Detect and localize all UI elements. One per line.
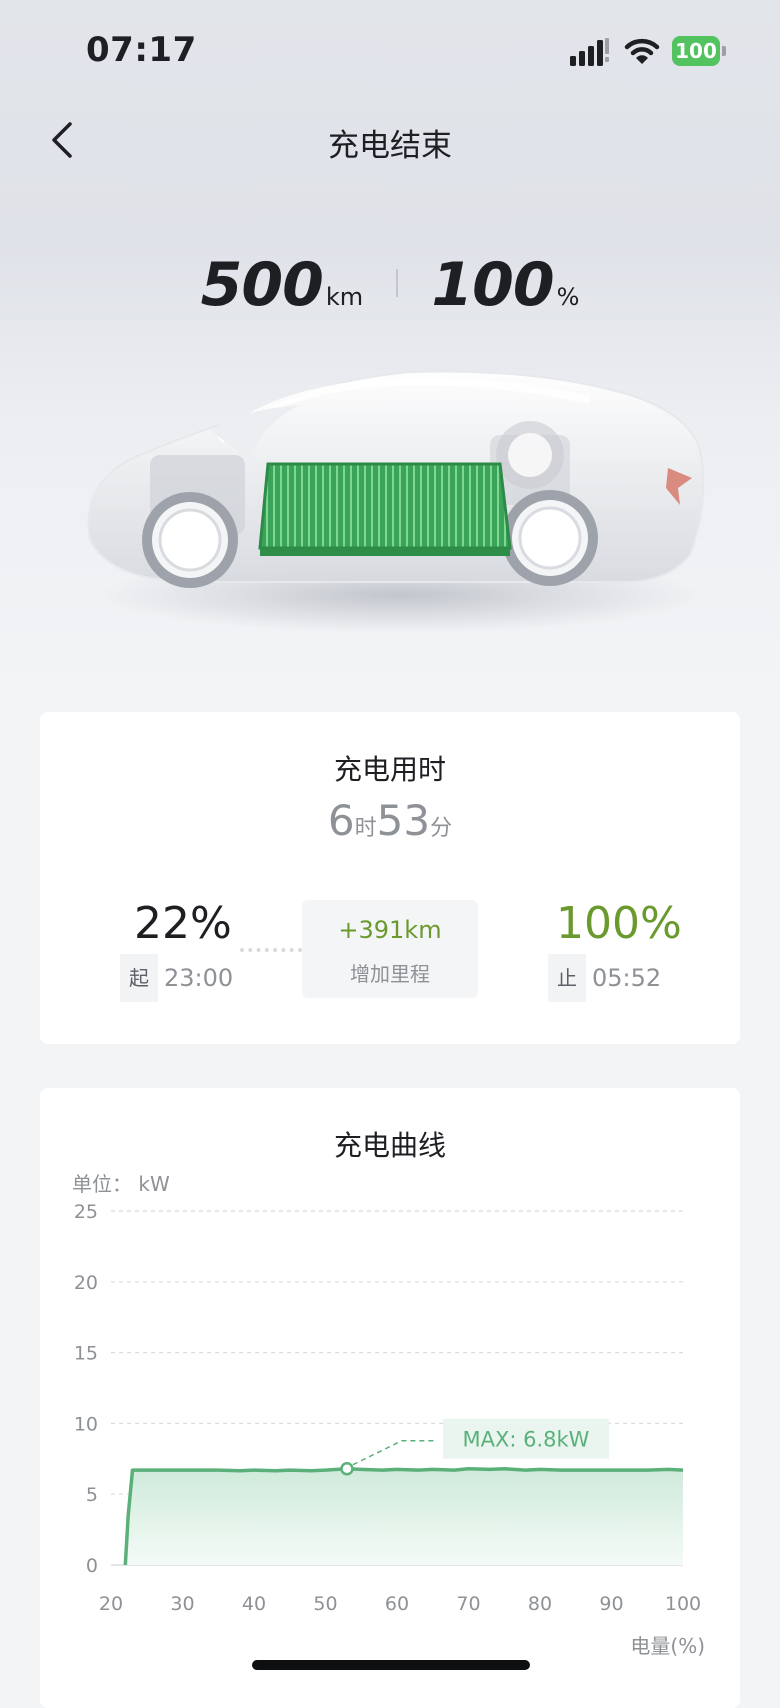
x-axis-label: 电量(%) <box>630 1634 705 1658</box>
y-tick-label: 0 <box>86 1555 98 1577</box>
battery-level: 100 <box>672 36 720 66</box>
x-tick-label: 20 <box>99 1593 123 1615</box>
soc-value: 100 <box>431 250 554 320</box>
battery-tip <box>722 46 726 56</box>
x-tick-label: 80 <box>528 1593 552 1615</box>
page-title: 充电结束 <box>328 128 452 164</box>
x-tick-label: 30 <box>170 1593 194 1615</box>
duration-hours-unit: 时 <box>354 816 377 841</box>
duration-minutes: 53 <box>376 796 431 845</box>
progress-connector <box>240 948 302 952</box>
y-tick-label: 5 <box>86 1484 98 1506</box>
x-tick-label: 50 <box>313 1593 337 1615</box>
added-range-box: +391km 增加里程 <box>302 900 478 998</box>
y-tick-label: 25 <box>74 1201 98 1223</box>
duration-minutes-unit: 分 <box>430 816 453 841</box>
y-tick-label: 20 <box>74 1272 98 1294</box>
max-point-marker <box>340 1461 354 1476</box>
soc-unit: % <box>556 283 580 311</box>
end-tag: 止 <box>548 954 586 1002</box>
x-tick-label: 60 <box>385 1593 409 1615</box>
annotation-label: MAX: 6.8kW <box>462 1428 589 1452</box>
series-area <box>125 1468 684 1565</box>
battery-icon: 100 <box>672 36 726 66</box>
cellular-signal-icon <box>570 38 609 66</box>
home-indicator[interactable] <box>252 1660 530 1670</box>
summary-divider <box>396 269 399 297</box>
car-battery-illustration <box>87 370 705 633</box>
added-range-label: 增加里程 <box>350 962 430 986</box>
x-tick-label: 70 <box>456 1593 480 1615</box>
y-tick-label: 10 <box>74 1413 98 1435</box>
range-unit: km <box>325 283 364 311</box>
duration-hours: 6 <box>327 796 355 845</box>
start-tag: 起 <box>120 954 158 1002</box>
charge-duration-value: 6时53分 <box>0 796 780 845</box>
charge-summary: 500 km 100% <box>0 250 780 320</box>
x-tick-label: 90 <box>599 1593 623 1615</box>
status-time: 07:17 <box>86 30 197 70</box>
end-time: 05:52 <box>592 964 662 992</box>
charge-curve-chart: 0 5 10 15 20 25 20 30 40 50 60 70 80 90 100 电量(%) MAX: 6… <box>74 1201 705 1658</box>
x-tick-label: 100 <box>665 1593 701 1615</box>
annotation-leader <box>352 1439 435 1466</box>
range-value: 500 <box>200 250 324 320</box>
start-percent: 22% <box>134 898 232 949</box>
charge-duration-title: 充电用时 <box>333 753 446 786</box>
x-tick-label: 40 <box>242 1593 266 1615</box>
start-time: 23:00 <box>164 964 234 992</box>
y-tick-label: 15 <box>74 1343 98 1365</box>
end-percent: 100% <box>556 898 682 949</box>
wifi-icon <box>624 38 660 64</box>
added-range-value: +391km <box>338 916 442 944</box>
